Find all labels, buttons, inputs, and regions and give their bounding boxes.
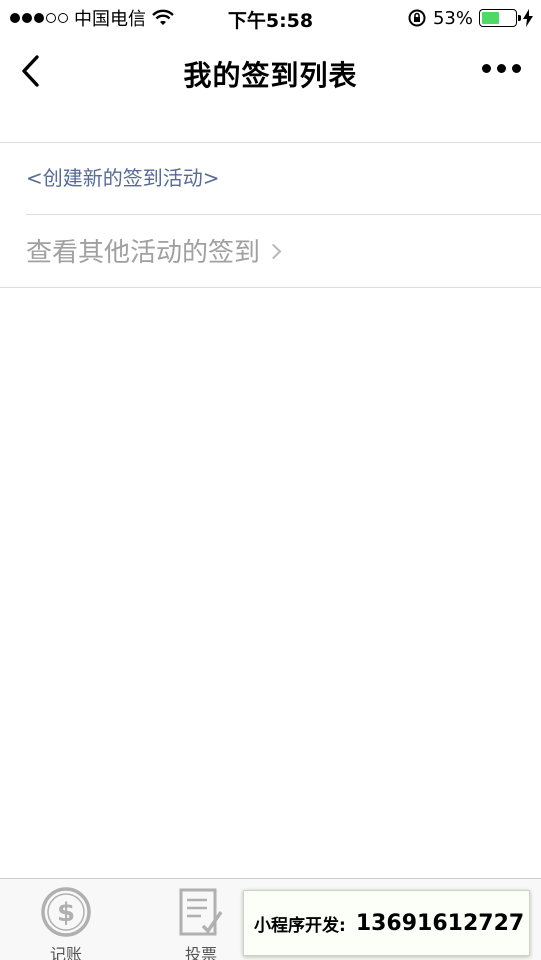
battery-icon bbox=[479, 9, 521, 27]
divider-top bbox=[0, 142, 541, 143]
promo-overlay: 小程序开发: 13691612727 bbox=[243, 890, 530, 956]
view-other-checkins-item[interactable]: 查看其他活动的签到 bbox=[26, 232, 282, 269]
svg-text:$: $ bbox=[57, 898, 75, 928]
more-dot-icon bbox=[497, 64, 506, 73]
more-dot-icon bbox=[482, 64, 491, 73]
more-dot-icon bbox=[512, 64, 521, 73]
create-checkin-link[interactable]: <创建新的签到活动> bbox=[26, 162, 220, 191]
tab-label: 投票 bbox=[184, 945, 217, 960]
navigation-bar: 我的签到列表 bbox=[0, 36, 541, 108]
checklist-icon bbox=[174, 885, 228, 939]
promo-phone-number: 13691612727 bbox=[355, 910, 525, 936]
tab-accounting[interactable]: $ 记账 bbox=[16, 885, 116, 960]
view-other-label: 查看其他活动的签到 bbox=[26, 238, 261, 268]
charging-bolt-icon bbox=[523, 9, 533, 27]
chevron-right-icon bbox=[265, 243, 282, 260]
status-bar: 中国电信 下午5:58 53% bbox=[0, 0, 541, 36]
page-title: 我的签到列表 bbox=[183, 59, 358, 92]
promo-label: 小程序开发: bbox=[254, 915, 346, 936]
tab-label: 记账 bbox=[49, 945, 82, 960]
more-options-button[interactable] bbox=[482, 64, 521, 73]
divider-bottom bbox=[0, 287, 541, 288]
dollar-coin-icon: $ bbox=[39, 885, 93, 939]
divider-middle bbox=[26, 214, 541, 215]
battery-percent: 53% bbox=[432, 7, 473, 29]
status-right: 53% bbox=[407, 6, 533, 30]
rotation-lock-icon bbox=[408, 9, 426, 27]
tab-voting[interactable]: 投票 bbox=[151, 885, 251, 960]
